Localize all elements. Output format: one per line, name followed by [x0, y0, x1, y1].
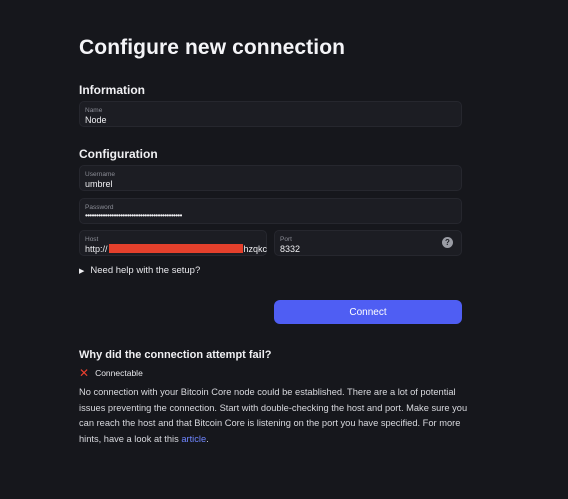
connectable-label: Connectable	[95, 368, 143, 378]
port-field-label: Port	[280, 236, 292, 243]
host-field-value: http:// hzqkc	[85, 244, 267, 254]
connectable-check: ✕ Connectable	[79, 366, 143, 380]
setup-help-toggle[interactable]: ▶ Need help with the setup?	[79, 265, 200, 276]
setup-help-label: Need help with the setup?	[90, 265, 201, 276]
connect-button[interactable]: Connect	[274, 300, 462, 324]
information-heading: Information	[79, 83, 145, 97]
failure-heading: Why did the connection attempt fail?	[79, 349, 272, 361]
host-value-prefix: http://	[85, 244, 108, 254]
name-field[interactable]: Name Node	[79, 101, 462, 127]
password-field-value: ••••••••••••••••••••••••••••••••••••••••…	[85, 211, 182, 220]
configure-connection-page: Configure new connection Information Nam…	[0, 0, 568, 499]
port-field-value: 8332	[280, 244, 301, 254]
username-field[interactable]: Username umbrel	[79, 165, 462, 191]
port-field[interactable]: Port 8332 ?	[274, 230, 462, 256]
password-field[interactable]: Password •••••••••••••••••••••••••••••••…	[79, 198, 462, 224]
host-field[interactable]: Host http:// hzqkc	[79, 230, 267, 256]
triangle-right-icon: ▶	[79, 267, 85, 275]
article-link[interactable]: article	[181, 434, 206, 444]
host-value-suffix: hzqkc	[243, 244, 268, 254]
page-title: Configure new connection	[79, 36, 346, 59]
failure-message: No connection with your Bitcoin Core nod…	[79, 385, 474, 447]
cross-icon: ✕	[79, 366, 90, 380]
username-field-label: Username	[85, 171, 115, 178]
redaction-bar	[108, 244, 243, 253]
failure-message-end: .	[206, 433, 209, 444]
password-field-label: Password	[85, 204, 114, 211]
name-field-value: Node	[85, 115, 107, 125]
configuration-heading: Configuration	[79, 147, 158, 161]
failure-message-text: No connection with your Bitcoin Core nod…	[79, 387, 468, 444]
name-field-label: Name	[85, 107, 103, 114]
username-field-value: umbrel	[85, 179, 113, 189]
help-icon[interactable]: ?	[442, 237, 453, 248]
host-field-label: Host	[85, 236, 99, 243]
